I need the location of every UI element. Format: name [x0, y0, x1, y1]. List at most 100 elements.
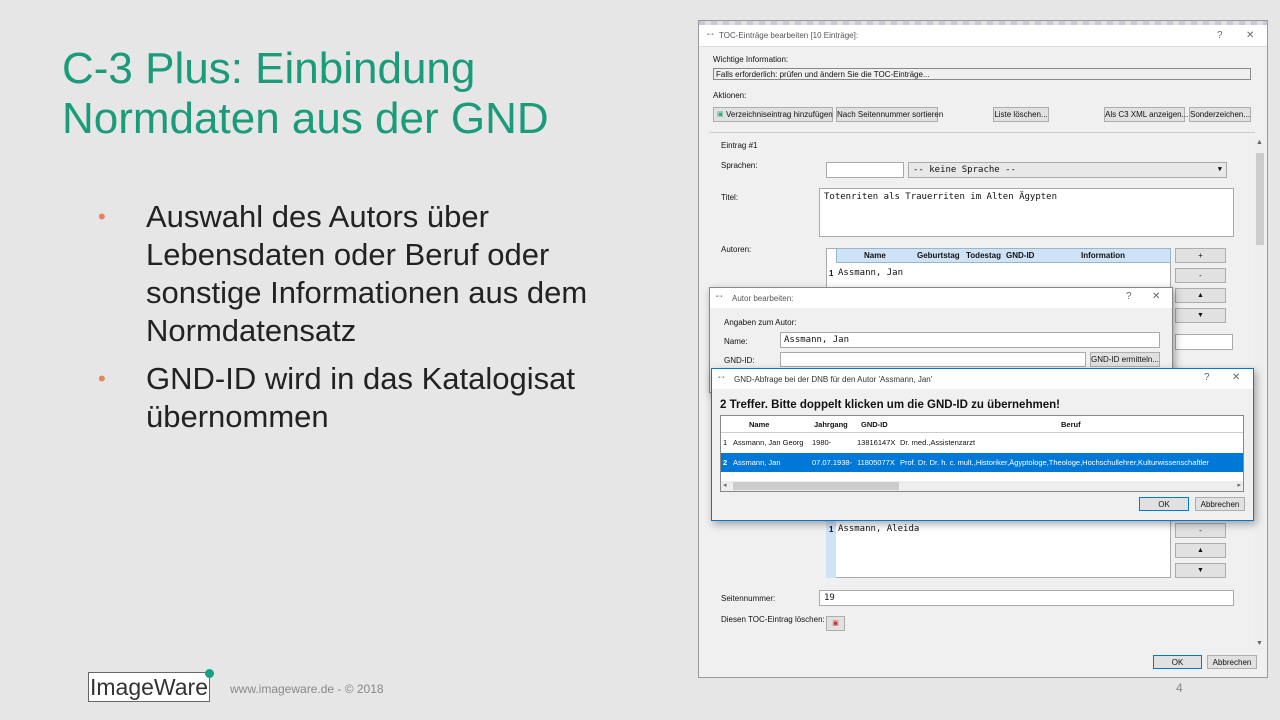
vertical-scrollbar[interactable]: ▲ ▼ [1255, 137, 1265, 649]
table-row[interactable]: 1 Assmann, Jan Georg 1980- 13816147X Dr.… [721, 433, 1243, 452]
help-button[interactable]: ? [1126, 291, 1132, 302]
row-index: 1 [829, 525, 834, 534]
divider [709, 132, 1255, 133]
app-icon: ▪◦▪ [718, 375, 725, 381]
slide-title: C-3 Plus: Einbindung Normdaten aus der G… [62, 44, 549, 143]
delete-entry-label: Diesen TOC-Eintrag löschen: [721, 615, 825, 624]
sort-button[interactable]: Nach Seitennummer sortieren [836, 107, 943, 122]
actions-label: Aktionen: [713, 91, 747, 100]
scroll-thumb[interactable] [1256, 153, 1264, 245]
gnd-year: 1980- [812, 438, 832, 447]
ok-button[interactable]: OK [1153, 655, 1202, 669]
gnd-year: 07.07.1938- [812, 458, 853, 467]
column-header: Geburtstag [917, 251, 960, 260]
add-entry-icon: ▣ [717, 111, 724, 118]
scroll-right-icon[interactable]: ▸ [1237, 481, 1241, 489]
scroll-thumb[interactable] [733, 482, 899, 490]
language-code-input[interactable] [826, 162, 904, 178]
close-icon[interactable]: ✕ [1246, 30, 1254, 41]
gnd-job: Prof. Dr. Dr. h. c. mult.,Historiker,Ägy… [900, 458, 1209, 467]
gnd-id: 13816147X [857, 438, 896, 447]
footer-text: www.imageware.de - © 2018 [230, 682, 384, 696]
page-number-input[interactable]: 19 [819, 590, 1234, 606]
scroll-left-icon[interactable]: ◂ [723, 481, 727, 489]
app-icon: ▪◦▪ [707, 32, 714, 38]
author-name: Assmann, Aleida [838, 524, 920, 534]
gnd-id: 11805077X [857, 458, 895, 467]
bullet-item: • Auswahl des Autors über Lebensdaten ode… [98, 198, 658, 350]
move-down-button[interactable]: ▼ [1175, 563, 1226, 578]
toc-window-titlebar: ▪◦▪ TOC-Einträge bearbeiten [10 Einträge… [699, 25, 1267, 47]
find-gnd-button[interactable]: GND-ID ermitteln... [1090, 352, 1160, 367]
gnd-name: Assmann, Jan [733, 458, 781, 467]
clear-list-button[interactable]: Liste löschen... [993, 107, 1049, 122]
authors-label: Autoren: [721, 245, 752, 254]
toc-window: ▪◦▪ TOC-Einträge bearbeiten [10 Einträge… [698, 20, 1268, 678]
author-group-label: Angaben zum Autor: [724, 318, 797, 327]
author-name-input[interactable]: Assmann, Jan [780, 332, 1160, 348]
name-label: Name: [724, 337, 748, 346]
author-name: Assmann, Jan [838, 268, 904, 278]
add-entry-button[interactable]: ▣ Verzeichniseintrag hinzufügen [713, 107, 833, 122]
move-up-button[interactable]: ▲ [1175, 288, 1226, 303]
cancel-button[interactable]: Abbrechen [1195, 497, 1245, 511]
bullet-text: Auswahl des Autors über Lebensdaten oder… [146, 199, 588, 348]
help-button[interactable]: ? [1217, 30, 1223, 41]
gnd-dialog-titlebar: ▪◦▪ GND-Abfrage bei der DNB für den Auto… [712, 369, 1253, 389]
scroll-down-icon[interactable]: ▼ [1256, 640, 1263, 647]
author-dialog-titlebar: ▪◦▪ Autor bearbeiten: ? ✕ [710, 288, 1172, 308]
show-xml-button[interactable]: Als C3 XML anzeigen... [1104, 107, 1188, 122]
column-header: Name [749, 420, 770, 429]
close-icon[interactable]: ✕ [1152, 291, 1160, 302]
table-row-selected[interactable]: 2 Assmann, Jan 07.07.1938- 11805077X Pro… [721, 453, 1243, 472]
move-down-button[interactable]: ▼ [1175, 308, 1226, 323]
remove-author-button[interactable]: - [1175, 268, 1226, 283]
hidden-field[interactable] [1175, 334, 1233, 350]
bullet-item: • GND-ID wird in das Katalogisat übernomm… [98, 360, 658, 436]
row-index: 1 [723, 438, 728, 447]
info-label: Wichtige Information: [713, 55, 789, 64]
move-up-button[interactable]: ▲ [1175, 543, 1226, 558]
language-select[interactable]: -- keine Sprache -- ▼ [908, 162, 1227, 178]
gnd-name: Assmann, Jan Georg [733, 438, 804, 447]
cancel-button[interactable]: Abbrechen [1207, 655, 1257, 669]
add-author-button[interactable]: + [1175, 248, 1226, 263]
logo-dot-icon [205, 669, 214, 678]
app-icon: ▪◦▪ [716, 294, 723, 300]
column-header: Jahrgang [814, 420, 848, 429]
column-header: Beruf [1061, 420, 1081, 429]
page-number: 4 [1176, 681, 1183, 695]
ok-button[interactable]: OK [1139, 497, 1189, 511]
table-row[interactable]: 1 Assmann, Aleida [826, 520, 1171, 538]
delete-entry-button[interactable]: ▣ [826, 616, 845, 631]
author-dialog-title: Autor bearbeiten: [732, 294, 794, 303]
gnd-id-label: GND-ID: [724, 356, 755, 365]
row-index: 1 [829, 269, 834, 278]
chevron-down-icon: ▼ [1217, 165, 1222, 173]
delete-icon: ▣ [832, 620, 839, 627]
close-icon[interactable]: ✕ [1232, 372, 1240, 383]
column-header: Name [864, 251, 886, 260]
gnd-results-table[interactable]: Name Jahrgang GND-ID Beruf 1 Assmann, Ja… [720, 415, 1244, 492]
remove-author-button[interactable]: - [1175, 523, 1226, 538]
row-index: 2 [723, 458, 728, 467]
special-chars-button[interactable]: Sonderzeichen... [1189, 107, 1251, 122]
table-row[interactable]: 1 Assmann, Jan [826, 264, 1171, 282]
help-button[interactable]: ? [1204, 372, 1210, 383]
info-text: Falls erforderlich: prüfen und ändern Si… [716, 70, 930, 79]
title-textarea[interactable]: Totenriten als Trauerriten im Alten Ägyp… [819, 188, 1234, 237]
horizontal-scrollbar[interactable]: ◂ ▸ [721, 481, 1243, 491]
gnd-table-header: Name Jahrgang GND-ID Beruf [721, 416, 1243, 433]
bullet-dot-icon: • [98, 204, 106, 229]
bullet-text: GND-ID wird in das Katalogisat übernomme… [146, 361, 575, 434]
gnd-job: Dr. med.,Assistenzarzt [900, 438, 976, 447]
toc-window-title: TOC-Einträge bearbeiten [10 Einträge]: [719, 31, 859, 40]
scroll-up-icon[interactable]: ▲ [1256, 139, 1263, 146]
bullet-list: • Auswahl des Autors über Lebensdaten ode… [98, 198, 658, 446]
gnd-result-heading: 2 Treffer. Bitte doppelt klicken um die … [720, 399, 1060, 411]
column-header: Todestag [966, 251, 1001, 260]
column-header: GND-ID [1006, 251, 1035, 260]
gnd-id-input[interactable] [780, 352, 1086, 367]
info-field: Falls erforderlich: prüfen und ändern Si… [713, 68, 1251, 80]
page-number-label: Seitennummer: [721, 594, 776, 603]
